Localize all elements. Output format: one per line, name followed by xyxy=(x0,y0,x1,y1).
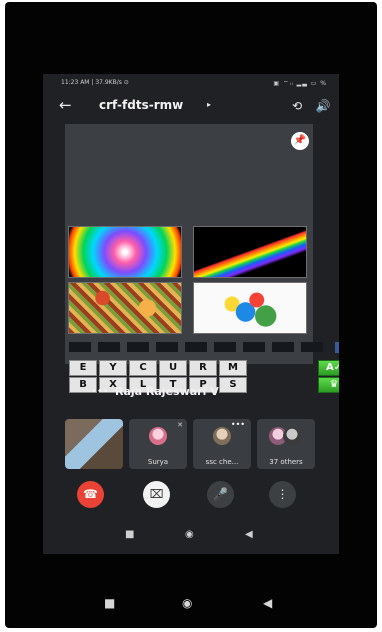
recent-apps-icon[interactable]: ■ xyxy=(125,529,134,540)
hint-button[interactable]: A✓ xyxy=(318,360,339,376)
speaker-icon[interactable]: 🔊 xyxy=(315,98,331,114)
more-icon[interactable]: ••• xyxy=(231,420,245,429)
letter-key[interactable]: C xyxy=(129,360,157,376)
participant-label: Surya xyxy=(147,458,169,466)
back-icon[interactable]: ← xyxy=(59,96,72,114)
shop-button[interactable]: ♛ xyxy=(318,377,339,393)
avatar xyxy=(213,427,231,445)
participant-label: ssc che... xyxy=(205,458,239,466)
participant-tile[interactable]: ••• ssc che... xyxy=(193,419,251,469)
answer-slot xyxy=(69,342,91,352)
recent-apps-icon[interactable]: ■ xyxy=(104,596,115,610)
letter-key[interactable]: E xyxy=(69,360,97,376)
answer-slot xyxy=(127,342,149,352)
letter-key[interactable]: R xyxy=(189,360,217,376)
answer-slot xyxy=(156,342,178,352)
chevron-right-icon[interactable]: ▸ xyxy=(207,100,211,109)
avatar xyxy=(149,427,167,445)
answer-slot xyxy=(185,342,207,352)
more-vertical-icon: ⋮ xyxy=(276,487,289,501)
participant-tile[interactable]: 37 others xyxy=(257,419,315,469)
paint-splash-image xyxy=(193,282,307,334)
camera-toggle-button[interactable]: ⌧ xyxy=(143,481,170,508)
answer-slot xyxy=(98,342,120,352)
letter-key[interactable]: S xyxy=(219,377,247,393)
facebook-icon[interactable]: f xyxy=(335,342,339,353)
answer-slot xyxy=(243,342,265,352)
home-icon[interactable]: ◉ xyxy=(185,529,194,540)
pin-icon[interactable]: 📌 xyxy=(291,132,309,150)
back-nav-icon[interactable]: ◀ xyxy=(263,596,272,610)
mic-icon: 🎤 xyxy=(213,487,228,501)
back-nav-icon[interactable]: ◀ xyxy=(245,529,253,540)
more-dots-icon[interactable]: ••• xyxy=(91,386,109,397)
status-left: 11:23 AM | 37.9KB/s ⊙ xyxy=(61,79,129,86)
home-icon[interactable]: ◉ xyxy=(182,596,192,610)
participant-label: 37 others xyxy=(269,458,303,466)
presenter-name: Raja Rajeswari V xyxy=(115,385,219,398)
answer-slot xyxy=(214,342,236,352)
avatar xyxy=(283,427,301,445)
camera-off-icon: ⌧ xyxy=(149,487,164,501)
letter-key[interactable]: M xyxy=(219,360,247,376)
status-bar: 11:23 AM | 37.9KB/s ⊙ ▣ ⌔ᵢₗ ▂▃ ▭ % xyxy=(43,74,339,92)
answer-slot xyxy=(301,342,323,352)
status-right: ▣ ⌔ᵢₗ ▂▃ ▭ % xyxy=(273,80,327,87)
presentation-view: 📌 f E Y C U R M B X L T P xyxy=(65,124,339,393)
crowd-image xyxy=(68,282,182,334)
in-screen-nav: ■ ◉ ◀ xyxy=(43,524,339,548)
letter-key[interactable]: Y xyxy=(99,360,127,376)
call-controls: ☎ ⌧ 🎤 ⋮ xyxy=(43,481,339,511)
answer-slot xyxy=(272,342,294,352)
mic-toggle-button[interactable]: 🎤 xyxy=(207,481,234,508)
mic-off-icon: ✕ xyxy=(177,421,183,429)
switch-camera-icon[interactable]: ⟲ xyxy=(289,98,305,114)
meet-screen: 11:23 AM | 37.9KB/s ⊙ ▣ ⌔ᵢₗ ▂▃ ▭ % ← crf… xyxy=(43,74,339,554)
prism-image xyxy=(193,226,307,278)
end-call-button[interactable]: ☎ xyxy=(77,481,104,508)
color-wheel-image xyxy=(68,226,182,278)
participant-tile[interactable] xyxy=(65,419,123,469)
meeting-code[interactable]: crf-fdts-rmw xyxy=(99,98,183,112)
participant-strip: ✕ Surya ••• ssc che... 37 others xyxy=(65,419,317,471)
meeting-header: ← crf-fdts-rmw ▸ ⟲ 🔊 xyxy=(43,94,339,120)
answer-slots xyxy=(69,342,323,354)
phone-hangup-icon: ☎ xyxy=(83,487,98,501)
participant-tile[interactable]: ✕ Surya xyxy=(129,419,187,469)
phone-navigation-bar: ■ ◉ ◀ xyxy=(0,596,382,614)
more-options-button[interactable]: ⋮ xyxy=(269,481,296,508)
letter-key[interactable]: U xyxy=(159,360,187,376)
